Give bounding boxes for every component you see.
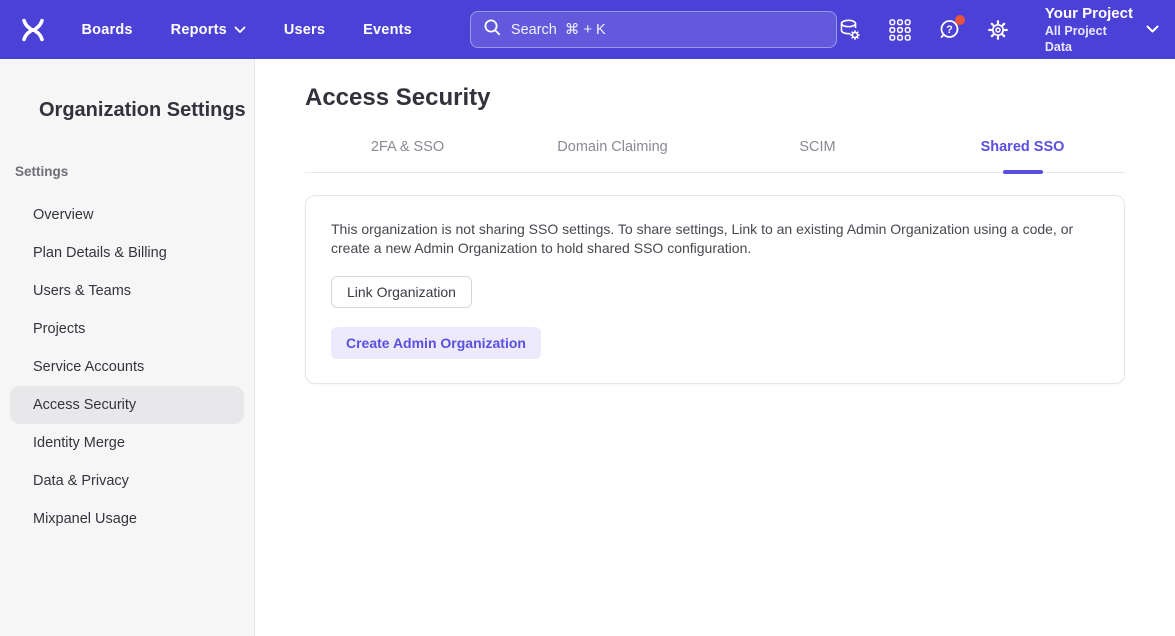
project-name: Your Project (1045, 5, 1134, 23)
main-content: Access Security 2FA & SSO Domain Claimin… (255, 59, 1175, 636)
nav-link-users[interactable]: Users (284, 22, 325, 38)
sidebar-item-users-teams[interactable]: Users & Teams (10, 272, 244, 310)
chevron-down-icon (234, 22, 246, 38)
sidebar-nav-list: Overview Plan Details & Billing Users & … (0, 196, 254, 538)
top-navbar: Boards Reports Users Events (0, 0, 1175, 59)
project-switcher[interactable]: Your Project All Project Data (1045, 5, 1159, 55)
nav-link-reports[interactable]: Reports (171, 22, 246, 38)
nav-link-events[interactable]: Events (363, 22, 412, 38)
search-bar[interactable] (470, 11, 837, 48)
sidebar-item-access-security[interactable]: Access Security (10, 386, 244, 424)
sidebar-item-identity-merge[interactable]: Identity Merge (10, 424, 244, 462)
shared-sso-description: This organization is not sharing SSO set… (331, 220, 1099, 258)
svg-text:?: ? (946, 24, 953, 36)
tab-domain-claiming[interactable]: Domain Claiming (510, 139, 715, 172)
data-management-icon[interactable] (837, 17, 863, 43)
nav-link-label: Reports (171, 22, 227, 38)
search-input[interactable] (511, 22, 824, 38)
tab-2fa-sso[interactable]: 2FA & SSO (305, 139, 510, 172)
create-admin-organization-button[interactable]: Create Admin Organization (331, 327, 541, 359)
sidebar-item-projects[interactable]: Projects (10, 310, 244, 348)
page-title: Access Security (305, 84, 1125, 112)
nav-link-label: Boards (82, 22, 133, 38)
nav-link-label: Events (363, 22, 412, 38)
tab-scim[interactable]: SCIM (715, 139, 920, 172)
sidebar-item-data-privacy[interactable]: Data & Privacy (10, 462, 244, 500)
settings-sidebar: Organization Settings Settings Overview … (0, 59, 255, 636)
notification-dot (955, 15, 965, 25)
sidebar-item-service-accounts[interactable]: Service Accounts (10, 348, 244, 386)
nav-link-boards[interactable]: Boards (82, 22, 133, 38)
sidebar-title: Organization Settings (0, 99, 254, 122)
link-organization-button[interactable]: Link Organization (331, 276, 472, 308)
tab-shared-sso[interactable]: Shared SSO (920, 139, 1125, 172)
sidebar-item-overview[interactable]: Overview (10, 196, 244, 234)
mixpanel-logo-icon[interactable] (18, 17, 48, 43)
project-subtitle: All Project Data (1045, 23, 1134, 55)
tab-bar: 2FA & SSO Domain Claiming SCIM Shared SS… (305, 139, 1125, 173)
help-icon[interactable]: ? (936, 17, 961, 43)
navbar-right-group: ? Your Project All Project Data (837, 5, 1159, 55)
nav-link-label: Users (284, 22, 325, 38)
settings-gear-icon[interactable] (986, 17, 1011, 43)
search-icon (483, 18, 501, 41)
sidebar-section-label: Settings (0, 164, 254, 179)
shared-sso-card: This organization is not sharing SSO set… (305, 195, 1125, 384)
apps-grid-icon[interactable] (887, 17, 912, 43)
sidebar-item-plan-details-billing[interactable]: Plan Details & Billing (10, 234, 244, 272)
chevron-down-icon (1146, 21, 1159, 39)
sidebar-item-mixpanel-usage[interactable]: Mixpanel Usage (10, 500, 244, 538)
